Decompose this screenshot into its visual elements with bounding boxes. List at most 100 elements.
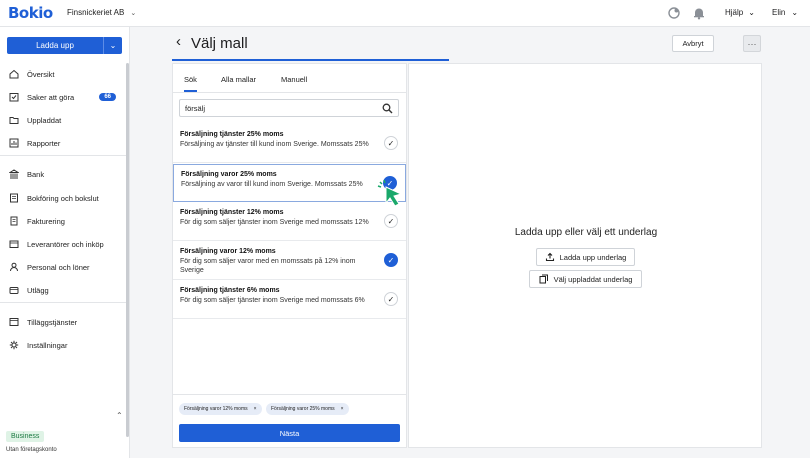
sidebar-item-label: Rapporter	[27, 138, 61, 148]
activity-icon[interactable]	[667, 6, 681, 20]
upload-attachment-button[interactable]: Ladda upp underlag	[536, 248, 635, 266]
checkmark-icon[interactable]: ✓	[384, 136, 398, 150]
chevron-up-icon[interactable]: ⌃	[116, 411, 123, 420]
template-item[interactable]: Försäljning tjänster 12% moms För dig so…	[173, 203, 406, 241]
sidebar-item-label: Tilläggstjänster	[27, 317, 78, 327]
sidebar-item-rapporter[interactable]: Rapporter	[0, 133, 126, 153]
upload-button[interactable]: Ladda upp ⌄	[7, 37, 122, 54]
page-title: Välj mall	[191, 35, 248, 52]
wallet-icon	[9, 287, 19, 294]
selected-chip[interactable]: Försäljning varor 25% moms ×	[266, 403, 349, 415]
template-title: Försäljning tjänster 12% moms	[180, 209, 284, 216]
next-button[interactable]: Nästa	[179, 424, 400, 442]
sidebar-item-label: Fakturering	[27, 216, 65, 226]
template-description: För dig som säljer varor med en momssats…	[180, 258, 356, 274]
addon-icon	[9, 318, 19, 326]
chevron-down-icon: ⌄	[748, 8, 755, 17]
gear-icon	[9, 340, 19, 350]
choose-uploaded-label: Välj uppladdat underlag	[553, 274, 633, 284]
close-icon[interactable]: ×	[254, 406, 257, 412]
plan-badge: Business	[6, 431, 45, 442]
upload-button-label[interactable]: Ladda upp	[7, 37, 103, 54]
sidebar-item-leverantorer[interactable]: Leverantörer och inköp	[0, 234, 126, 254]
back-chevron-icon[interactable]: ‹	[176, 33, 181, 50]
template-description: Försäljning av tjänster till kund inom S…	[180, 141, 369, 148]
sidebar-item-bokforing[interactable]: Bokföring och bokslut	[0, 188, 126, 208]
checkmark-icon[interactable]: ✓	[384, 214, 398, 228]
tab-alla-mallar[interactable]: Alla mallar	[221, 75, 256, 84]
template-item[interactable]: Försäljning tjänster 6% moms För dig som…	[173, 281, 406, 319]
choose-uploaded-button[interactable]: Välj uppladdat underlag	[529, 270, 642, 288]
company-name: Finsnickeriet AB	[67, 8, 125, 17]
invoice-icon	[10, 216, 18, 226]
template-tabs: Sök Alla mallar Manuell	[173, 64, 406, 93]
template-description: Försäljning av varor till kund inom Sver…	[181, 181, 363, 188]
sidebar-item-utlagg[interactable]: Utlägg	[0, 280, 126, 300]
cancel-button[interactable]: Avbryt	[672, 35, 714, 52]
help-menu[interactable]: Hjälp ⌄	[725, 8, 755, 17]
template-description: För dig som säljer tjänster inom Sverige…	[180, 219, 369, 226]
documents-icon	[539, 274, 548, 284]
sidebar-item-personal[interactable]: Personal och löner	[0, 257, 126, 277]
sidebar-scrollbar[interactable]	[126, 63, 129, 437]
sidebar-item-label: Personal och löner	[27, 262, 90, 272]
top-bar: Bokio Finsnickeriet AB ⌄ Hjälp ⌄ Elin ⌄	[0, 0, 810, 27]
close-icon[interactable]: ×	[341, 406, 344, 412]
sidebar-item-label: Utlägg	[27, 285, 49, 295]
sidebar-item-bank[interactable]: Bank	[0, 164, 126, 184]
sidebar-item-uppladdat[interactable]: Uppladdat	[0, 110, 126, 130]
sidebar-item-label: Inställningar	[27, 340, 68, 350]
sidebar-item-tillaggstjanster[interactable]: Tilläggstjänster	[0, 312, 126, 332]
selection-footer: Försäljning varor 12% moms × Försäljning…	[173, 394, 406, 448]
chevron-down-icon: ⌄	[130, 9, 137, 17]
sidebar-item-label: Bokföring och bokslut	[27, 193, 99, 203]
sidebar-item-oversikt[interactable]: Översikt	[0, 64, 126, 84]
pointer-cursor-icon	[377, 179, 403, 207]
sidebar-item-label: Leverantörer och inköp	[27, 239, 104, 249]
template-item[interactable]: Försäljning varor 25% moms Försäljning a…	[173, 164, 406, 202]
search-icon[interactable]	[382, 103, 393, 114]
upload-attachment-label: Ladda upp underlag	[559, 252, 627, 262]
template-description: För dig som säljer tjänster inom Sverige…	[180, 297, 365, 304]
bokio-logo[interactable]: Bokio	[8, 4, 53, 22]
attachment-title: Ladda upp eller välj ett underlag	[514, 227, 658, 238]
help-label: Hjälp	[725, 8, 744, 17]
attachment-panel: Ladda upp eller välj ett underlag Ladda …	[408, 63, 762, 448]
todo-count-badge: 66	[99, 93, 116, 101]
checkmark-icon[interactable]: ✓	[384, 253, 398, 267]
checkmark-icon[interactable]: ✓	[384, 292, 398, 306]
template-item[interactable]: Försäljning varor 12% moms För dig som s…	[173, 242, 406, 280]
person-icon	[10, 262, 18, 272]
selected-chip[interactable]: Försäljning varor 12% moms ×	[179, 403, 262, 415]
supplier-icon	[9, 240, 19, 248]
user-name: Elin	[772, 8, 786, 17]
plan-info[interactable]: Business Utan företagskonto	[6, 431, 57, 453]
sidebar-divider	[0, 155, 126, 156]
template-title: Försäljning tjänster 6% moms	[180, 287, 280, 294]
sidebar-item-label: Saker att göra	[27, 92, 75, 102]
search-input[interactable]	[185, 103, 375, 113]
sidebar-item-installningar[interactable]: Inställningar	[0, 335, 126, 355]
template-title: Försäljning tjänster 25% moms	[180, 131, 284, 138]
chip-label: Försäljning varor 25% moms	[271, 406, 335, 412]
ledger-icon	[10, 193, 18, 203]
bell-icon[interactable]	[692, 6, 706, 20]
sidebar-item-saker-att-gora[interactable]: Saker att göra 66	[0, 87, 126, 107]
chevron-down-icon[interactable]: ⌄	[103, 37, 122, 54]
chart-icon	[9, 138, 19, 148]
sidebar-item-fakturering[interactable]: Fakturering	[0, 211, 126, 231]
template-item[interactable]: Försäljning tjänster 25% moms Försäljnin…	[173, 125, 406, 163]
chip-label: Försäljning varor 12% moms	[184, 406, 248, 412]
template-panel: Sök Alla mallar Manuell Försäljning tjän…	[172, 63, 407, 448]
template-title: Försäljning varor 12% moms	[180, 248, 276, 255]
user-menu[interactable]: Elin ⌄	[772, 8, 798, 17]
more-options-button[interactable]: ···	[743, 35, 761, 52]
sidebar-item-label: Översikt	[27, 69, 55, 79]
tab-manuell[interactable]: Manuell	[281, 75, 307, 84]
page-header: ‹ Välj mall Avbryt ···	[131, 27, 810, 62]
template-search[interactable]	[179, 99, 399, 117]
sidebar-divider	[0, 302, 126, 303]
company-switcher[interactable]: Finsnickeriet AB ⌄	[67, 8, 136, 17]
sidebar-item-label: Bank	[27, 169, 45, 179]
tab-sok[interactable]: Sök	[184, 75, 197, 92]
